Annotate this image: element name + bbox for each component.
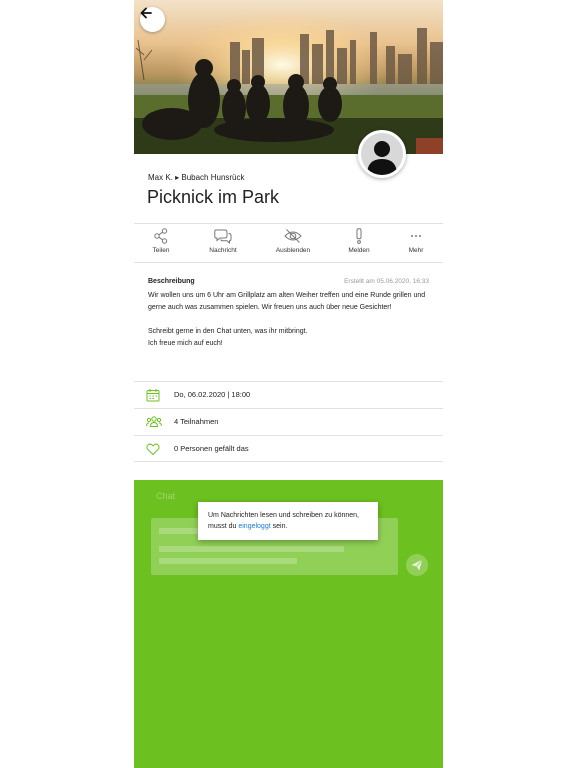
event-date: Do, 06.02.2020 | 18:00 — [174, 390, 251, 399]
description-line: Ich freue mich auf euch! — [148, 340, 223, 347]
likes-row[interactable]: 0 Personen gefällt das — [134, 436, 443, 462]
participants-row[interactable]: 4 Teilnahmen — [134, 409, 443, 435]
event-card: Max K. ▸ Bubach Hunsrück Picknick im Par… — [134, 154, 443, 480]
page-title: Picknick im Park — [147, 187, 280, 207]
calendar-icon — [146, 389, 160, 402]
send-icon — [411, 559, 423, 571]
arrow-left-icon — [140, 7, 152, 19]
participants-count: 4 Teilnahmen — [174, 417, 219, 426]
share-label: Teilen — [152, 247, 170, 254]
login-required-tooltip: Um Nachrichten lesen und schreiben zu kö… — [198, 502, 378, 540]
event-hero-image — [134, 0, 443, 154]
description-heading: Beschreibung — [148, 278, 195, 285]
park-skyline-photo — [134, 0, 443, 154]
action-bar: Teilen Nachricht Ausblenden Melden Mehr — [134, 224, 443, 262]
description-paragraph: Wir wollen uns um 6 Uhr am Grillplatz am… — [148, 292, 426, 311]
heart-icon — [146, 443, 160, 456]
message-label: Nachricht — [209, 247, 237, 254]
divider — [134, 461, 443, 462]
more-label: Mehr — [408, 247, 424, 254]
placeholder-line — [159, 546, 344, 552]
message-button[interactable]: Nachricht — [198, 224, 248, 262]
user-silhouette-icon — [367, 141, 397, 175]
likes-count: 0 Personen gefällt das — [174, 444, 249, 453]
breadcrumb[interactable]: Max K. ▸ Bubach Hunsrück — [148, 173, 245, 182]
placeholder-line — [159, 558, 297, 564]
description-paragraph: Schreibt gerne in den Chat unten, was ih… — [148, 326, 430, 350]
description-text: Wir wollen uns um 6 Uhr am Grillplatz am… — [148, 290, 430, 350]
chat-heading: Chat — [156, 491, 176, 501]
exclamation-icon — [356, 228, 362, 244]
more-button[interactable]: Mehr — [391, 224, 441, 262]
eye-off-icon — [284, 229, 302, 243]
group-icon — [146, 416, 162, 427]
chat-bubbles-icon — [214, 229, 232, 245]
created-timestamp: Erstellt am 05.06.2020, 16:33 — [344, 278, 429, 285]
send-button[interactable] — [406, 554, 428, 576]
avatar[interactable] — [358, 130, 406, 178]
login-suffix-text: sein. — [272, 523, 288, 530]
app-screen: Max K. ▸ Bubach Hunsrück Picknick im Par… — [134, 0, 443, 768]
description-line: Schreibt gerne in den Chat unten, was ih… — [148, 328, 308, 335]
hide-label: Ausblenden — [275, 247, 311, 254]
report-button[interactable]: Melden — [334, 224, 384, 262]
back-button[interactable] — [140, 7, 165, 32]
login-link[interactable]: eingeloggt — [238, 523, 270, 530]
hide-button[interactable]: Ausblenden — [268, 224, 318, 262]
event-date-row[interactable]: Do, 06.02.2020 | 18:00 — [134, 382, 443, 408]
share-button[interactable]: Teilen — [136, 224, 186, 262]
report-label: Melden — [348, 247, 370, 254]
divider — [134, 262, 443, 263]
more-dots-icon — [411, 235, 421, 237]
share-icon — [154, 228, 168, 244]
